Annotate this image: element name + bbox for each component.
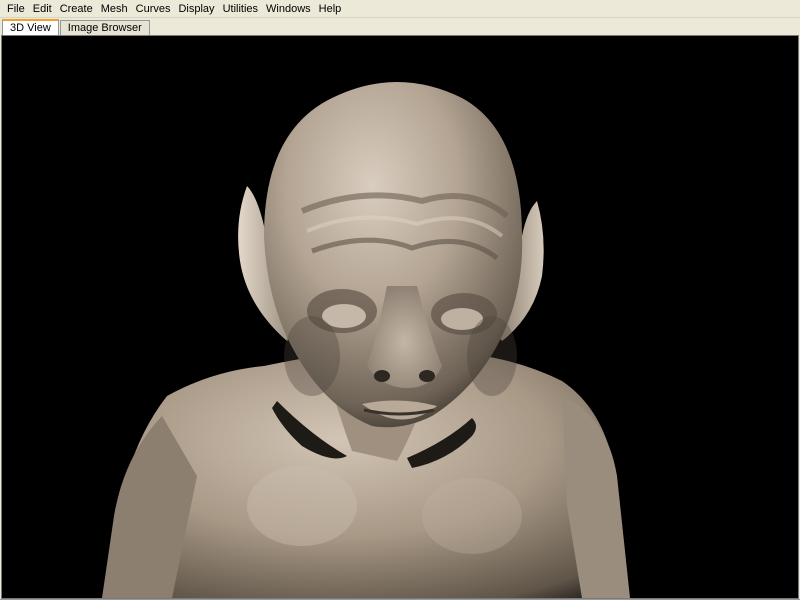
menu-curves[interactable]: Curves <box>132 1 175 17</box>
menu-edit[interactable]: Edit <box>29 1 56 17</box>
menu-mesh[interactable]: Mesh <box>97 1 132 17</box>
tab-image-browser[interactable]: Image Browser <box>59 20 150 35</box>
menu-create[interactable]: Create <box>56 1 97 17</box>
view-tab-bar: 3D View Image Browser <box>0 18 800 35</box>
3d-viewport[interactable] <box>1 35 799 599</box>
menu-file[interactable]: File <box>3 1 29 17</box>
menu-bar: File Edit Create Mesh Curves Display Uti… <box>0 0 800 18</box>
application-window: File Edit Create Mesh Curves Display Uti… <box>0 0 800 600</box>
menu-display[interactable]: Display <box>174 1 218 17</box>
tab-3d-view[interactable]: 3D View <box>2 19 59 35</box>
menu-utilities[interactable]: Utilities <box>219 1 262 17</box>
menu-help[interactable]: Help <box>315 1 346 17</box>
sculpted-model-render <box>2 36 798 598</box>
menu-windows[interactable]: Windows <box>262 1 315 17</box>
